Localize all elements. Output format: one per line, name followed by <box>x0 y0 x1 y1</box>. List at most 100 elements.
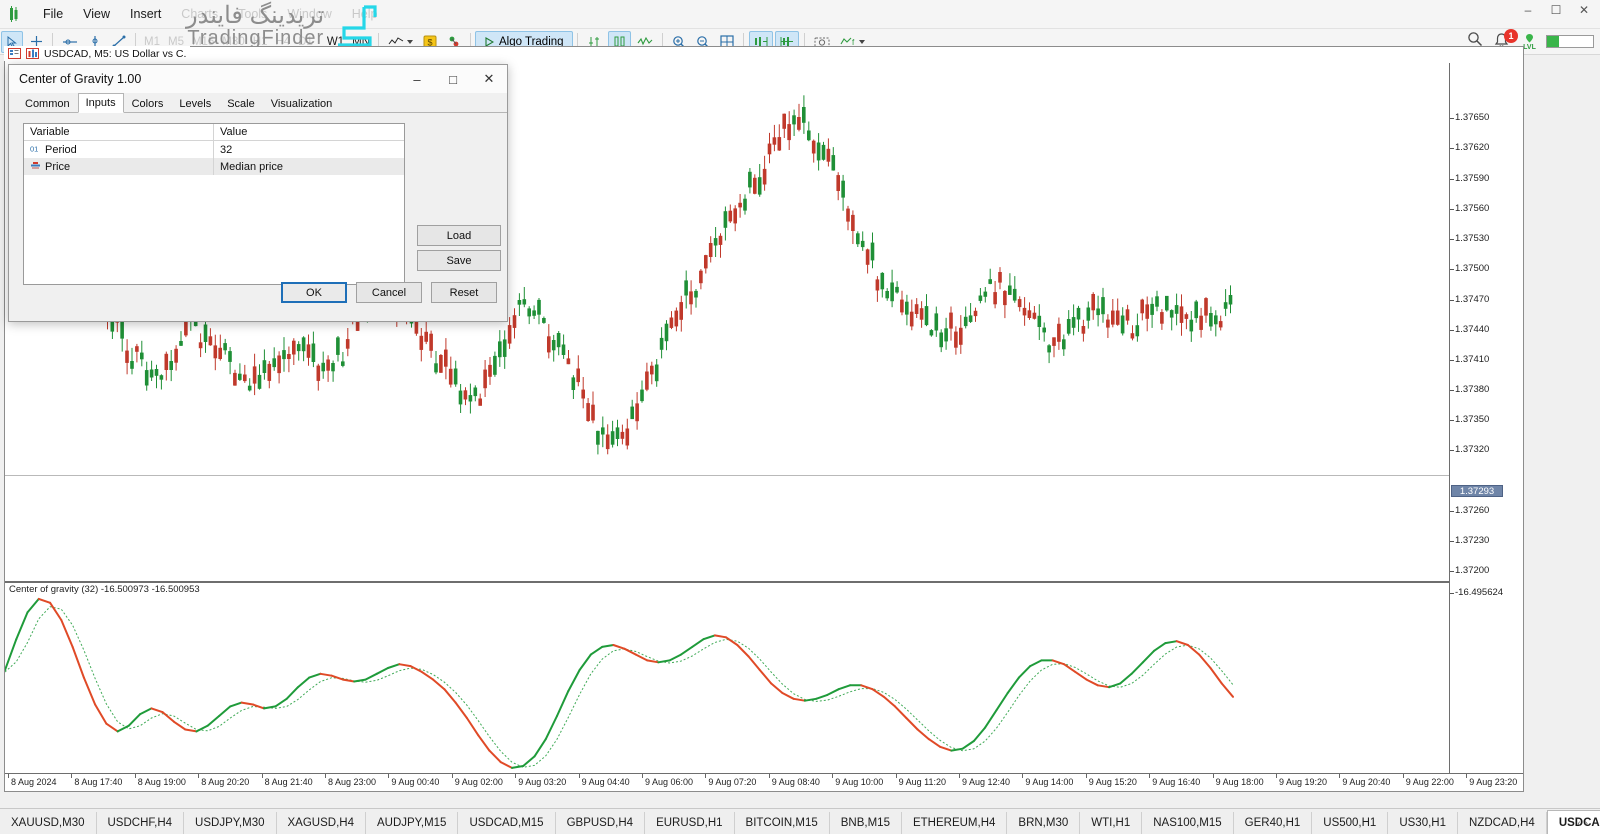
symbol-tab[interactable]: USDCHF,H4 <box>97 812 185 834</box>
window-restore-button[interactable]: ☐ <box>1548 3 1564 17</box>
tab-scale[interactable]: Scale <box>219 94 263 112</box>
time-tick: 9 Aug 06:00 <box>642 777 693 787</box>
chart-window-title: USDCAD, M5: US Dollar vs C. <box>4 46 190 61</box>
svg-text:01: 01 <box>30 145 38 154</box>
price-tick: 1.37230 <box>1450 535 1489 546</box>
symbol-tab[interactable]: BRN,M30 <box>1007 812 1080 834</box>
chevron-down-icon-2[interactable] <box>859 40 865 44</box>
time-tick: 9 Aug 12:40 <box>959 777 1010 787</box>
menu-item-tools[interactable]: Tools <box>228 3 277 25</box>
dialog-window-buttons: – □ ✕ <box>399 65 507 93</box>
time-tick: 9 Aug 23:20 <box>1466 777 1517 787</box>
dialog-titlebar[interactable]: Center of Gravity 1.00 – □ ✕ <box>9 65 507 93</box>
menu-item-charts[interactable]: Charts <box>171 3 228 25</box>
symbol-tab[interactable]: XAGUSD,H4 <box>277 812 366 834</box>
symbol-tab[interactable]: US30,H1 <box>1388 812 1458 834</box>
price-tick: 1.37380 <box>1450 384 1489 395</box>
inputs-table[interactable]: Variable Value 01 Period 32 <box>23 123 405 285</box>
price-axis[interactable]: 1.376501.376201.375901.375601.375301.375… <box>1449 63 1523 791</box>
tab-common[interactable]: Common <box>17 94 78 112</box>
table-row[interactable]: Price Median price <box>24 158 404 175</box>
symbol-tab[interactable]: GBPUSD,H4 <box>556 812 645 834</box>
symbol-tab[interactable]: USDCAD,M15 <box>458 812 555 834</box>
time-tick: 9 Aug 22:00 <box>1403 777 1454 787</box>
tab-colors[interactable]: Colors <box>124 94 172 112</box>
symbol-tab[interactable]: NZDCAD,H4 <box>1458 812 1547 834</box>
tab-inputs[interactable]: Inputs <box>78 93 124 113</box>
current-price-badge: 1.37293 <box>1451 485 1503 497</box>
menu-item-window[interactable]: Window <box>277 3 341 25</box>
menu-item-insert[interactable]: Insert <box>120 3 171 25</box>
menu-item-view[interactable]: View <box>73 3 120 25</box>
input-value-period[interactable]: 32 <box>214 144 404 156</box>
window-close-button[interactable]: ✕ <box>1576 3 1592 17</box>
load-button[interactable]: Load <box>417 225 501 246</box>
dialog-body: Variable Value 01 Period 32 <box>9 113 507 311</box>
table-row[interactable]: 01 Period 32 <box>24 141 404 158</box>
ok-button[interactable]: OK <box>281 282 347 303</box>
tab-levels[interactable]: Levels <box>171 94 219 112</box>
symbol-tab[interactable]: AUDJPY,M15 <box>366 812 458 834</box>
input-value-price[interactable]: Median price <box>214 161 404 173</box>
symbol-tab[interactable]: WTI,H1 <box>1080 812 1142 834</box>
price-type-icon <box>30 161 41 172</box>
dialog-minimize-button[interactable]: – <box>399 65 435 93</box>
dialog-close-button[interactable]: ✕ <box>471 65 507 93</box>
symbol-tab[interactable]: GER40,H1 <box>1234 812 1313 834</box>
time-axis[interactable]: 8 Aug 20248 Aug 17:408 Aug 19:008 Aug 20… <box>5 773 1523 791</box>
symbol-tab[interactable]: BNB,M15 <box>830 812 902 834</box>
symbol-tab[interactable]: US500,H1 <box>1312 812 1388 834</box>
time-tick: 8 Aug 20:20 <box>198 777 249 787</box>
window-minimize-button[interactable]: – <box>1520 3 1536 17</box>
price-tick: 1.37470 <box>1450 294 1489 305</box>
cancel-button[interactable]: Cancel <box>356 282 422 303</box>
symbol-tab[interactable]: BITCOIN,M15 <box>735 812 830 834</box>
price-tick: 1.37590 <box>1450 173 1489 184</box>
input-variable-period: Period <box>45 144 77 156</box>
symbol-tab[interactable]: NAS100,M15 <box>1142 812 1233 834</box>
time-tick: 9 Aug 03:20 <box>515 777 566 787</box>
menu-item-help[interactable]: Help <box>342 3 388 25</box>
menu-item-file[interactable]: File <box>33 3 73 25</box>
input-variable-price: Price <box>45 161 70 173</box>
dialog-maximize-button[interactable]: □ <box>435 65 471 93</box>
price-tick: 1.37350 <box>1450 414 1489 425</box>
indicator-scale-top: -16.495624 <box>1450 587 1503 598</box>
time-tick: 8 Aug 2024 <box>8 777 57 787</box>
lvl-label: LVL <box>1523 44 1536 51</box>
price-tick: 1.37530 <box>1450 233 1489 244</box>
dialog-footer: OK Cancel Reset <box>281 282 497 303</box>
symbol-tab[interactable]: ETHEREUM,H4 <box>902 812 1007 834</box>
symbol-tab[interactable]: XAUUSD,M30 <box>0 812 97 834</box>
play-icon <box>484 37 494 47</box>
time-tick: 9 Aug 20:40 <box>1339 777 1390 787</box>
time-tick: 9 Aug 00:40 <box>388 777 439 787</box>
time-tick: 9 Aug 04:40 <box>579 777 630 787</box>
chart-data-icon <box>26 48 39 59</box>
price-tick: 1.37410 <box>1450 354 1489 365</box>
lvl-icon[interactable]: LVL <box>1523 33 1536 51</box>
tab-nav-next[interactable]: › <box>1585 818 1592 829</box>
current-price-line <box>5 475 1449 476</box>
time-tick: 9 Aug 11:20 <box>896 777 946 787</box>
reset-button[interactable]: Reset <box>431 282 497 303</box>
center-of-gravity-series <box>5 583 1451 805</box>
tab-nav-arrows[interactable]: ‹› <box>1577 818 1592 829</box>
chart-tabs-bar: XAUUSD,M30USDCHF,H4USDJPY,M30XAGUSD,H4AU… <box>0 808 1600 834</box>
indicator-properties-dialog[interactable]: Center of Gravity 1.00 – □ ✕ Common Inpu… <box>8 64 508 322</box>
menu-bar: File View Insert Charts Tools Window Hel… <box>0 0 1600 29</box>
symbol-tab[interactable]: USDCAD,M5 <box>1547 810 1600 834</box>
tab-nav-prev[interactable]: ‹ <box>1577 818 1584 829</box>
time-tick: 9 Aug 18:00 <box>1213 777 1264 787</box>
column-header-variable: Variable <box>24 124 214 140</box>
tab-visualization[interactable]: Visualization <box>263 94 341 112</box>
save-button[interactable]: Save <box>417 250 501 271</box>
time-tick: 9 Aug 14:00 <box>1022 777 1073 787</box>
price-tick: 1.37200 <box>1450 565 1489 576</box>
time-tick: 9 Aug 02:00 <box>452 777 503 787</box>
symbol-tab[interactable]: EURUSD,H1 <box>645 812 734 834</box>
price-tick: 1.37260 <box>1450 505 1489 516</box>
chevron-down-icon[interactable] <box>407 40 413 44</box>
symbol-tab[interactable]: USDJPY,M30 <box>184 812 276 834</box>
price-tick: 1.37320 <box>1450 444 1489 455</box>
